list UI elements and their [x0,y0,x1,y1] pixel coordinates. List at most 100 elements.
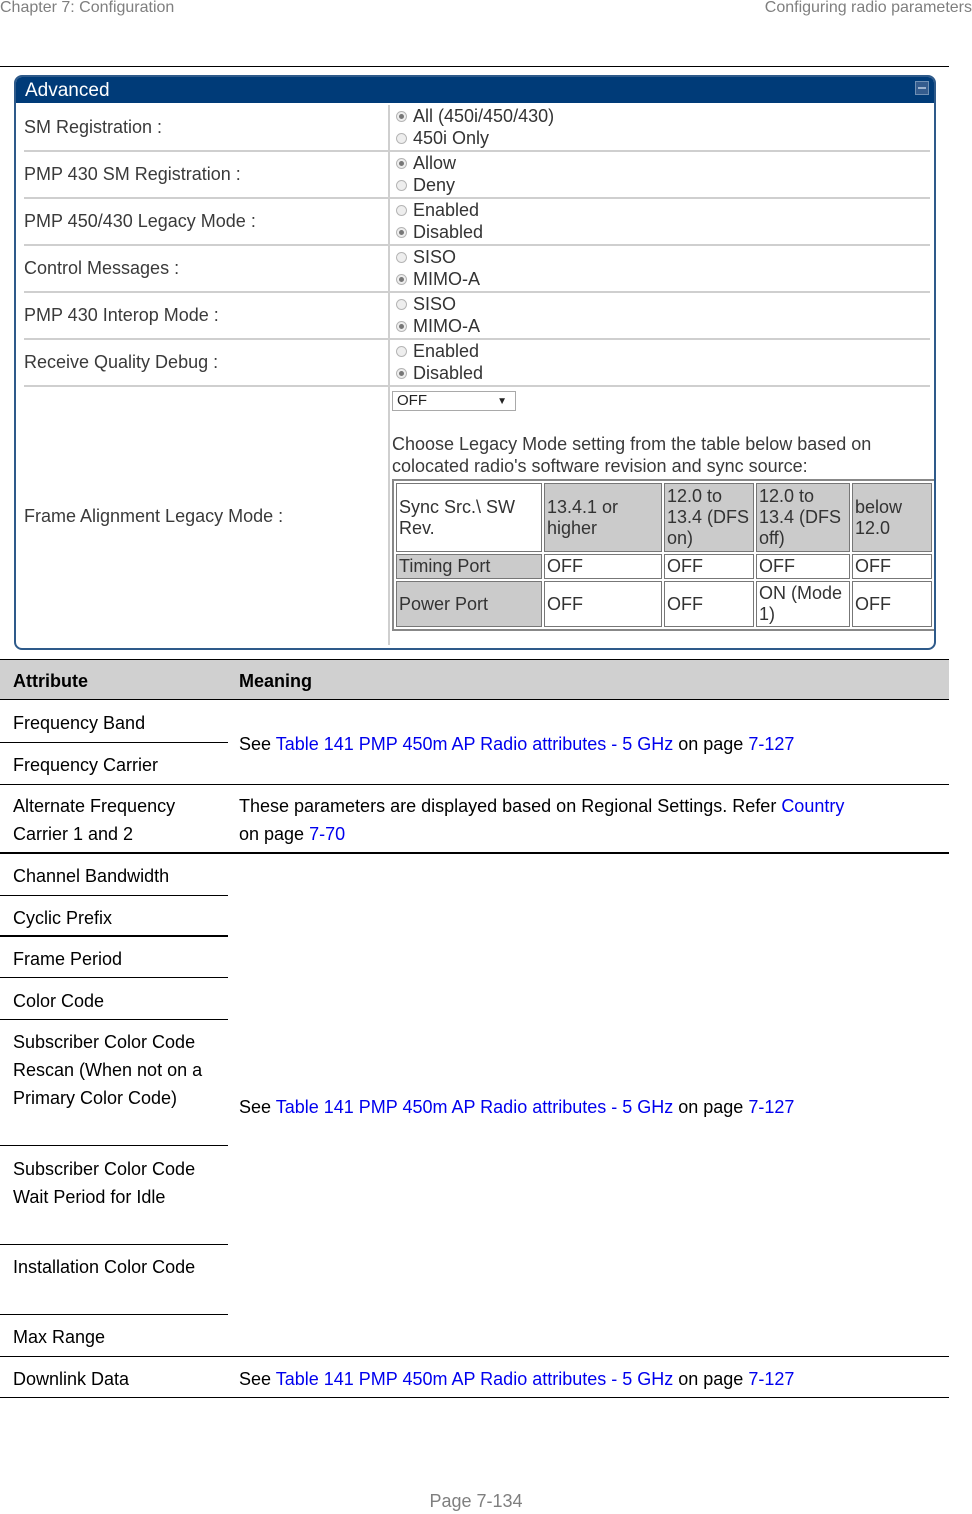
meaning-cell: These parameters are displayed based on … [239,796,845,844]
legacy-table-cell: OFF [544,554,662,579]
radio-option[interactable]: MIMO-A [396,315,930,337]
column-header-meaning: Meaning [239,671,313,691]
minimize-icon[interactable] [915,81,929,95]
legacy-table-cell: ON (Mode 1) [756,581,850,627]
legacy-table-cell: Timing Port [396,554,542,579]
radio-label: MIMO-A [413,315,480,336]
radio-option[interactable]: 450i Only [396,127,930,149]
field-label: PMP 430 Interop Mode : [24,305,219,325]
attribute-cell: Subscriber Color Code Rescan (When not o… [13,1032,203,1108]
radio-option[interactable]: Disabled [396,221,930,243]
legacy-table-row: Timing Port OFF OFF OFF OFF [396,554,932,579]
attribute-table-header: Attribute Meaning [0,659,949,700]
attribute-cell: Color Code [13,991,105,1011]
legacy-mode-hint: Choose Legacy Mode setting from the tabl… [392,434,872,476]
field-row: SM Registration : All (450i/450/430) 450i … [24,105,930,152]
frame-alignment-select[interactable]: OFF ▼ [392,391,516,411]
radio-selected-icon[interactable] [396,320,407,332]
attribute-cell: Max Range [13,1327,106,1347]
attribute-cell: Subscriber Color Code Wait Period for Id… [13,1159,196,1207]
header-rule [0,66,949,67]
radio-label: Disabled [413,362,484,383]
field-label: Receive Quality Debug : [24,352,219,372]
page-7-127-link[interactable]: 7-127 [748,1369,794,1389]
meaning-cell: See Table 141 PMP 450m AP Radio attribut… [239,734,795,754]
radio-label: SISO [413,246,457,267]
legacy-table-row: Power Port OFF OFF ON (Mode 1) OFF [396,581,932,627]
attribute-cell: Downlink Data [13,1369,130,1389]
radio-selected-icon[interactable] [396,110,407,122]
field-row: PMP 430 Interop Mode : SISO MIMO-A [24,293,930,340]
radio-label: All (450i/450/430) [413,105,555,126]
radio-option[interactable]: SISO [396,293,930,315]
field-label: Control Messages : [24,258,180,278]
radio-label: 450i Only [413,127,490,148]
radio-unselected-icon[interactable] [396,132,407,144]
attribute-cell: Frequency Band [13,713,146,733]
radio-option[interactable]: Disabled [396,362,930,384]
radio-label: Enabled [413,340,480,361]
attribute-cell: Alternate Frequency Carrier 1 and 2 [13,796,176,844]
table-141-link[interactable]: Table 141 PMP 450m AP Radio attributes -… [276,734,674,754]
radio-label: Enabled [413,199,480,220]
legacy-table-header: Sync Src.\ SW Rev. [396,483,542,552]
page-number: Page 7-134 [429,1491,523,1511]
attribute-cell: Cyclic Prefix [13,908,113,928]
legacy-table-cell: OFF [544,581,662,627]
page-header-chapter: Chapter 7: Configuration [0,0,175,16]
radio-label: Allow [413,152,457,173]
radio-unselected-icon[interactable] [396,298,407,310]
legacy-table-cell: OFF [852,581,932,627]
radio-label: Deny [413,174,456,195]
panel-title-bar: Advanced [16,77,934,103]
field-label: PMP 450/430 Legacy Mode : [24,211,256,231]
field-label: PMP 430 SM Registration : [24,164,241,184]
table-141-link[interactable]: Table 141 PMP 450m AP Radio attributes -… [276,1369,674,1389]
table-141-link[interactable]: Table 141 PMP 450m AP Radio attributes -… [276,1097,674,1117]
radio-unselected-icon[interactable] [396,204,407,216]
attribute-cell: Installation Color Code [13,1257,196,1277]
field-row: PMP 450/430 Legacy Mode : Enabled Disabled [24,199,930,246]
legacy-mode-table: Sync Src.\ SW Rev. 13.4.1 or higher 12.0… [392,479,934,631]
legacy-table-cell: Power Port [396,581,542,627]
radio-option[interactable]: All (450i/450/430) [396,105,930,127]
legacy-table-header: 13.4.1 or higher [544,483,662,552]
frame-alignment-label: Frame Alignment Legacy Mode : [24,505,284,526]
meaning-cell: See Table 141 PMP 450m AP Radio attribut… [239,1369,795,1389]
radio-selected-icon[interactable] [396,273,407,285]
page-header-section: Configuring radio parameters [764,0,972,16]
page-7-70-link[interactable]: 7-70 [309,824,345,844]
column-header-attribute: Attribute [13,671,88,691]
radio-selected-icon[interactable] [396,157,407,169]
country-link[interactable]: Country [781,796,844,816]
radio-option[interactable]: Allow [396,152,930,174]
radio-unselected-icon[interactable] [396,251,407,263]
radio-option[interactable]: Enabled [396,340,930,362]
radio-label: MIMO-A [413,268,480,289]
radio-unselected-icon[interactable] [396,179,407,191]
field-row: PMP 430 SM Registration : Allow Deny [24,152,930,199]
meaning-cell: See Table 141 PMP 450m AP Radio attribut… [239,1097,795,1117]
legacy-table-header-row: Sync Src.\ SW Rev. 13.4.1 or higher 12.0… [396,483,932,552]
radio-option[interactable]: Deny [396,174,930,196]
radio-selected-icon[interactable] [396,367,407,379]
legacy-table-cell: OFF [664,581,754,627]
attribute-cell: Channel Bandwidth [13,866,170,886]
legacy-table-cell: OFF [756,554,850,579]
advanced-panel: Advanced SM Registration : All (450i/450/… [14,75,936,650]
radio-option[interactable]: SISO [396,246,930,268]
attribute-cell: Frame Period [13,949,123,969]
legacy-table-header: 12.0 to 13.4 (DFS on) [664,483,754,552]
radio-unselected-icon[interactable] [396,345,407,357]
radio-option[interactable]: Enabled [396,199,930,221]
radio-selected-icon[interactable] [396,226,407,238]
field-row: Control Messages : SISO MIMO-A [24,246,930,293]
legacy-table-header: below 12.0 [852,483,932,552]
page-7-127-link[interactable]: 7-127 [748,1097,794,1117]
radio-label: SISO [413,293,457,314]
radio-label: Disabled [413,221,484,242]
field-row: Receive Quality Debug : Enabled Disabled [24,340,930,387]
field-label: SM Registration : [24,117,163,137]
radio-option[interactable]: MIMO-A [396,268,930,290]
page-7-127-link[interactable]: 7-127 [748,734,794,754]
